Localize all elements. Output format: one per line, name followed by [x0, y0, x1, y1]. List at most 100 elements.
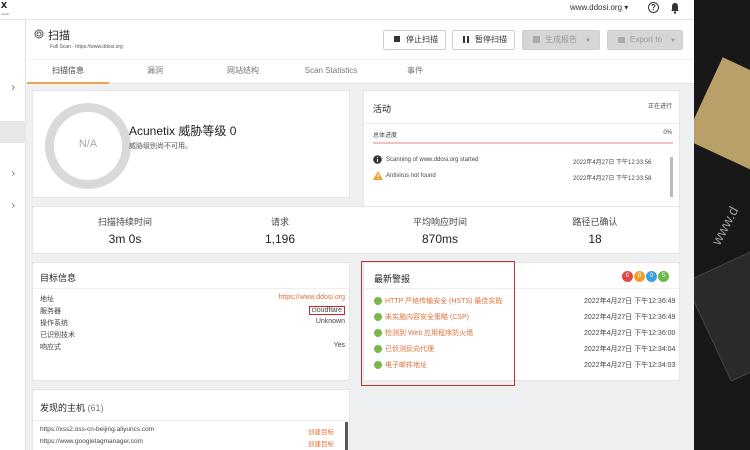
divider	[364, 288, 679, 289]
export-icon	[618, 37, 625, 43]
info-icon	[373, 155, 382, 164]
threat-gauge: N/A	[45, 103, 131, 189]
scan-icon	[34, 29, 44, 39]
target-row-address: 地址 https://www.ddosi.org	[40, 294, 345, 304]
target-label: 服务器	[40, 308, 61, 315]
bell-icon[interactable]	[670, 2, 680, 14]
threat-level-description: 威胁级别尚不可用。	[129, 143, 192, 150]
badge-medium[interactable]: 0	[634, 271, 645, 282]
activity-scrollbar[interactable]	[670, 157, 673, 197]
tab-bar: 扫描信息 漏洞 网站结构 Scan Statistics 事件	[26, 59, 694, 84]
target-label: 已识别技术	[40, 332, 75, 339]
tab-scan-info[interactable]: 扫描信息	[27, 60, 109, 84]
threat-level-card: N/A Acunetix 威胁等级 0 威胁级别尚不可用。	[32, 90, 350, 198]
badge-high[interactable]: 0	[622, 271, 633, 282]
tab-vulnerabilities[interactable]: 漏洞	[126, 60, 184, 84]
app-logo[interactable]: x	[1, 0, 7, 11]
activity-log-message: Scanning of www.ddosi.org started	[386, 157, 479, 163]
host-row: https://www.googletagmanager.com 创建目标	[40, 438, 340, 449]
host-selector[interactable]: www.ddosi.org ▾	[570, 3, 628, 12]
pause-scan-label: 暂停扫描	[475, 35, 507, 44]
sidebar-item-1[interactable]: ›	[0, 77, 26, 99]
scan-stats-card: 扫描持续时间 3m 0s 请求 1,196 平均响应时间 870ms 路径已确认…	[32, 206, 680, 254]
activity-card: 活动 正在进行 总体进度 0% Scanning of www.ddosi.or…	[363, 90, 680, 208]
target-os-value: Unknown	[315, 318, 345, 325]
badge-info[interactable]: 5	[658, 271, 669, 282]
overall-progress: 总体进度 0%	[364, 123, 679, 145]
alert-name[interactable]: 已侦测反向代理	[385, 344, 434, 354]
stat-label: 扫描持续时间	[97, 217, 152, 227]
stat-value: 18	[588, 232, 602, 246]
threat-gauge-value: N/A	[78, 138, 98, 150]
generate-report-label: 生成报告	[545, 35, 577, 44]
activity-log-row: Antivirus not found 2022年4月27日 下午12:33:5…	[373, 170, 663, 186]
alert-name[interactable]: HTTP 严格传输安全 (HSTS) 最佳实践	[385, 296, 502, 306]
sidebar-item-4[interactable]: ›	[0, 195, 26, 217]
report-icon	[533, 36, 540, 43]
chevron-down-icon: ▼	[585, 38, 591, 44]
badge-low[interactable]: 0	[646, 271, 657, 282]
discovered-hosts-card: 发现的主机 (61) https://xss2.oss-cn-beijing.a…	[32, 389, 350, 450]
stop-icon	[394, 36, 400, 42]
create-target-link[interactable]: 创建目标	[308, 438, 334, 448]
target-info-card: 目标信息 地址 https://www.ddosi.org 服务器 cloudf…	[32, 262, 350, 381]
target-row-technologies: 已识别技术	[40, 330, 345, 340]
alert-item[interactable]: 电子邮件地址 2022年4月27日 下午12:34:03	[374, 358, 676, 372]
tab-scan-statistics[interactable]: Scan Statistics	[294, 60, 368, 84]
activity-log-time: 2022年4月27日 下午12:33:56	[573, 160, 652, 166]
target-label: 操作系统	[40, 320, 68, 327]
info-alert-icon	[374, 345, 382, 353]
tab-events[interactable]: 事件	[391, 60, 439, 84]
target-row-os: 操作系统 Unknown	[40, 318, 345, 328]
alert-item[interactable]: 未实施内容安全策略 (CSP) 2022年4月27日 下午12:36:49	[374, 310, 676, 324]
activity-status: 正在进行	[647, 104, 672, 110]
discovered-hosts-count: (61)	[87, 403, 104, 413]
divider	[33, 288, 349, 289]
info-alert-icon	[374, 313, 382, 321]
background-tile	[694, 57, 750, 173]
stat-paths-confirmed: 路径已确认 18	[525, 215, 665, 246]
hosts-scrollbar[interactable]	[345, 422, 348, 450]
page-subtitle: Full Scan - https://www.ddosi.org	[50, 44, 123, 50]
chevron-down-icon: ▼	[670, 38, 676, 44]
host-row: https://xss2.oss-cn-beijing.aliyuncs.com…	[40, 426, 340, 437]
stat-value: 870ms	[421, 232, 459, 246]
sidebar: › › ›	[0, 20, 26, 450]
help-icon[interactable]: ?	[648, 2, 659, 13]
alert-item[interactable]: 检测到 Web 应用程序防火墙 2022年4月27日 下午12:36:00	[374, 326, 676, 340]
sidebar-item-3[interactable]: ›	[0, 163, 26, 185]
activity-log-time: 2022年4月27日 下午12:33:58	[573, 176, 652, 182]
background-desktop: www.d	[694, 0, 750, 450]
create-target-link[interactable]: 创建目标	[308, 426, 334, 436]
sidebar-item-scans[interactable]	[0, 121, 26, 143]
top-bar: x unetix www.ddosi.org ▾ ?	[0, 0, 694, 20]
info-alert-icon	[374, 361, 382, 369]
target-row-responsive: 响应式 Yes	[40, 342, 345, 352]
stat-label: 平均响应时间	[412, 217, 467, 227]
alert-item[interactable]: 已侦测反向代理 2022年4月27日 下午12:34:04	[374, 342, 676, 356]
stop-scan-button[interactable]: 停止扫描	[383, 30, 446, 50]
generate-report-button[interactable]: 生成报告 ▼	[522, 30, 600, 50]
alert-item[interactable]: HTTP 严格传输安全 (HSTS) 最佳实践 2022年4月27日 下午12:…	[374, 294, 676, 308]
discovered-hosts-title: 发现的主机 (61)	[40, 401, 104, 414]
alert-name[interactable]: 未实施内容安全策略 (CSP)	[385, 312, 469, 322]
host-url: https://xss2.oss-cn-beijing.aliyuncs.com	[40, 426, 155, 433]
export-button[interactable]: Export to ▼	[607, 30, 683, 50]
alert-name[interactable]: 电子邮件地址	[385, 360, 427, 370]
stat-requests: 请求 1,196	[210, 215, 350, 246]
target-address-link[interactable]: https://www.ddosi.org	[278, 294, 345, 301]
progress-track	[373, 142, 673, 144]
pause-scan-button[interactable]: 暂停扫描	[452, 30, 515, 50]
threat-level-title: Acunetix 威胁等级 0	[129, 124, 237, 138]
activity-title: 活动	[373, 104, 392, 114]
target-server-value: cloudflare	[308, 306, 345, 315]
page-title: 扫描	[48, 30, 70, 42]
progress-value: 0%	[663, 130, 672, 136]
alert-name[interactable]: 检测到 Web 应用程序防火墙	[385, 328, 473, 338]
alert-time: 2022年4月27日 下午12:36:00	[584, 330, 676, 337]
tab-site-structure[interactable]: 网站结构	[214, 60, 272, 84]
activity-log-message: Antivirus not found	[386, 173, 436, 179]
watermark-text: www.d	[708, 203, 742, 248]
target-label: 响应式	[40, 344, 61, 351]
page-header: 扫描 Full Scan - https://www.ddosi.org 停止扫…	[26, 20, 694, 59]
